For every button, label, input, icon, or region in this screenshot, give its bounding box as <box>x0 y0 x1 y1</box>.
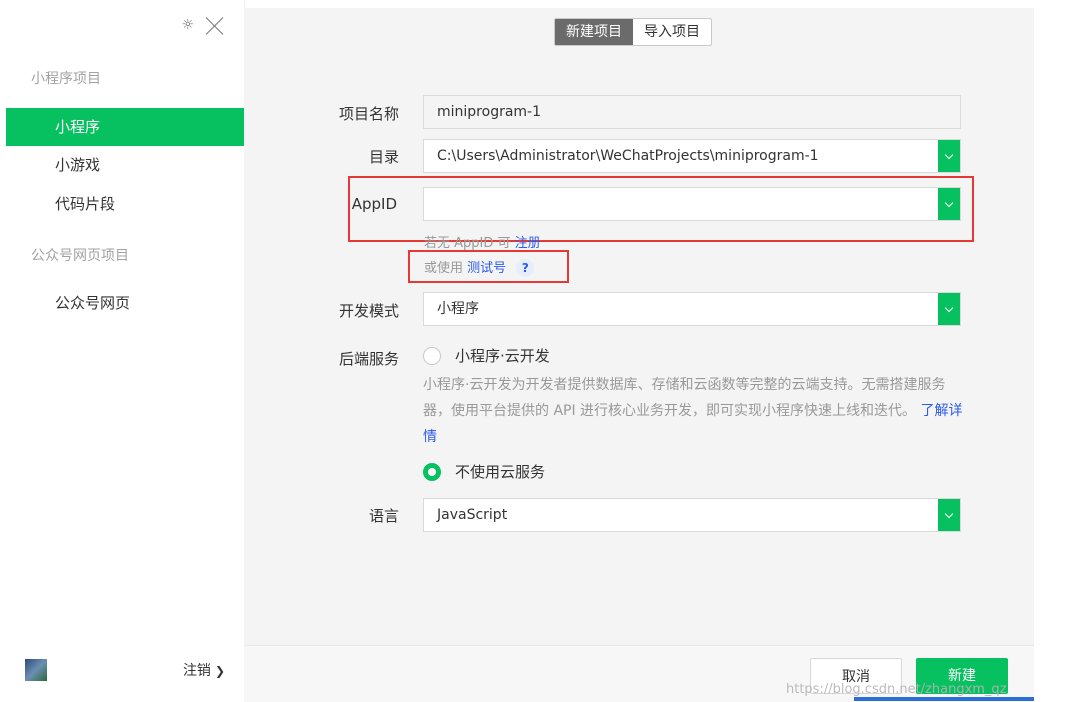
help-icon[interactable]: ? <box>516 259 535 277</box>
dev-mode-value: 小程序 <box>437 301 479 317</box>
language-value: JavaScript <box>437 507 508 523</box>
test-account-hint: 或使用 测试号 ? <box>424 257 535 277</box>
project-name-label: 项目名称 <box>338 105 399 123</box>
logout-button[interactable]: 注销 ❯ <box>183 660 225 680</box>
backend-label: 后端服务 <box>338 350 399 368</box>
appid-register-text: 若无 AppID 可 <box>424 236 511 251</box>
no-cloud-label: 不使用云服务 <box>455 463 546 481</box>
sidebar-item-official-account-web[interactable]: 公众号网页 <box>6 284 244 322</box>
sidebar-item-miniprogram[interactable]: 小程序 <box>6 108 244 146</box>
register-link[interactable]: 注册 <box>515 236 541 251</box>
close-icon[interactable] <box>204 14 226 36</box>
chevron-down-icon[interactable] <box>938 499 960 531</box>
watermark: https://blog.csdn.net/zhangxm_qz <box>786 682 1007 697</box>
tab-import-project[interactable]: 导入项目 <box>633 19 711 45</box>
language-label: 语言 <box>368 507 399 525</box>
chevron-down-icon[interactable] <box>938 140 960 172</box>
cloud-dev-description: 小程序·云开发为开发者提供数据库、存储和云函数等完整的云端支持。无需搭建服务器，… <box>423 372 968 450</box>
appid-label: AppID <box>351 195 397 213</box>
chevron-down-icon[interactable] <box>938 188 960 220</box>
directory-label: 目录 <box>368 148 399 166</box>
sidebar-top-icons: ☼ <box>181 14 226 36</box>
cloud-dev-description-text: 小程序·云开发为开发者提供数据库、存储和云函数等完整的云端支持。无需搭建服务器，… <box>423 377 946 419</box>
dev-mode-select[interactable]: 小程序 <box>423 292 961 326</box>
no-cloud-option[interactable]: 不使用云服务 <box>423 461 545 482</box>
appid-register-hint: 若无 AppID 可 注册 <box>424 232 541 251</box>
test-account-prefix: 或使用 <box>424 261 464 276</box>
sidebar-section-miniprogram: 小程序项目 <box>31 71 101 87</box>
cloud-dev-label: 小程序·云开发 <box>455 347 550 365</box>
progress-bar <box>854 697 1034 701</box>
dev-mode-label: 开发模式 <box>338 302 399 320</box>
chevron-down-icon[interactable] <box>938 293 960 325</box>
gear-icon[interactable]: ☼ <box>181 18 194 32</box>
test-account-link[interactable]: 测试号 <box>467 261 506 276</box>
project-name-input[interactable]: miniprogram-1 <box>423 95 961 129</box>
no-cloud-radio[interactable] <box>423 462 441 481</box>
sidebar: ☼ 小程序项目 小程序 小游戏 代码片段 公众号网页项目 公众号网页 注销 ❯ <box>0 0 245 701</box>
sidebar-section-official-account: 公众号网页项目 <box>31 248 129 264</box>
cloud-dev-radio[interactable] <box>423 346 441 365</box>
directory-value: C:\Users\Administrator\WeChatProjects\mi… <box>437 148 819 164</box>
main-panel: 新建项目 导入项目 项目名称 miniprogram-1 目录 C:\Users… <box>244 8 1034 702</box>
sidebar-item-minigame[interactable]: 小游戏 <box>6 146 244 184</box>
appid-select[interactable] <box>423 187 961 221</box>
avatar[interactable] <box>25 659 47 681</box>
chevron-right-icon: ❯ <box>214 664 225 678</box>
cloud-dev-option[interactable]: 小程序·云开发 <box>423 345 550 366</box>
window-gutter <box>1034 0 1068 701</box>
sidebar-item-code-snippet[interactable]: 代码片段 <box>6 185 244 223</box>
tab-new-project[interactable]: 新建项目 <box>555 19 633 45</box>
dialog-footer: 取消 新建 https://blog.csdn.net/zhangxm_qz <box>244 645 1034 702</box>
sidebar-footer: 注销 ❯ <box>0 641 244 701</box>
language-select[interactable]: JavaScript <box>423 498 961 532</box>
logout-label: 注销 <box>182 663 211 679</box>
directory-select[interactable]: C:\Users\Administrator\WeChatProjects\mi… <box>423 139 961 173</box>
project-type-tabs: 新建项目 导入项目 <box>554 18 712 46</box>
